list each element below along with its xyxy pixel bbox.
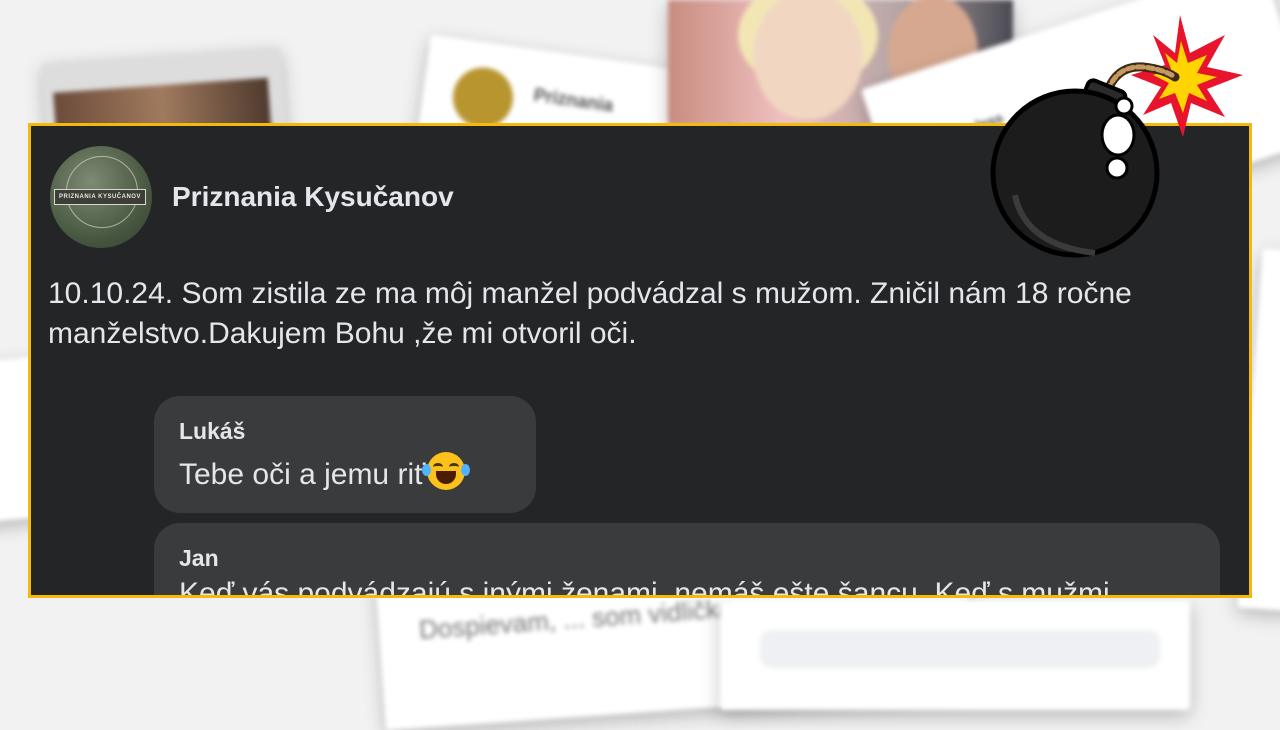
- comment-text-content: Tebe oči a jemu riť: [179, 458, 426, 491]
- background-card-reply: [720, 600, 1190, 710]
- background-card-label: Priznania: [532, 84, 615, 116]
- post-text: 10.10.24. Som zistila ze ma môj manžel p…: [48, 277, 1132, 350]
- comment-author[interactable]: Lukáš: [179, 418, 245, 445]
- bomb-icon: [990, 15, 1243, 258]
- background-avatar: [449, 63, 517, 132]
- comment-text: Keď vás podvádzajú s inými ženami, nemáš…: [179, 577, 1110, 598]
- explosion-spark-icon: [1131, 15, 1243, 137]
- comment-bubble: Lukáš Tebe oči a jemu riť: [154, 396, 536, 513]
- page-avatar[interactable]: PRIZNANIA KYSUČANOV: [50, 146, 152, 248]
- page-name[interactable]: Priznania Kysučanov: [172, 181, 454, 213]
- comment-bubble: Jan Keď vás podvádzajú s inými ženami, n…: [154, 523, 1220, 598]
- comment-text: Tebe oči a jemu riť: [179, 452, 471, 492]
- comment-author[interactable]: Jan: [179, 545, 219, 572]
- background-person-face: [753, 0, 863, 120]
- tears-of-joy-icon: [422, 452, 471, 490]
- background-reply-bar: [760, 630, 1160, 668]
- avatar-logo-label: PRIZNANIA KYSUČANOV: [54, 189, 146, 205]
